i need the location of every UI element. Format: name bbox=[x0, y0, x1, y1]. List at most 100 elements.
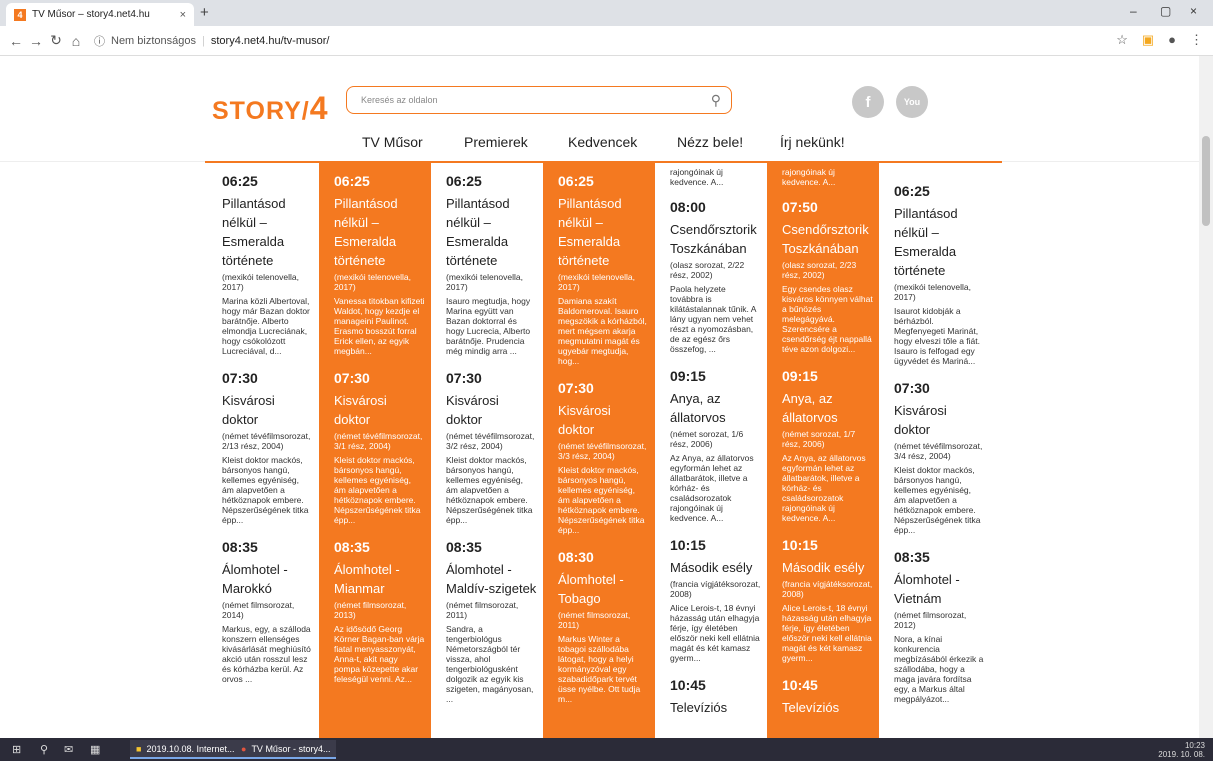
program-time: 06:25 bbox=[558, 173, 594, 189]
taskbar-clock[interactable]: 10:23 2019. 10. 08. bbox=[1158, 741, 1205, 759]
story4-logo[interactable]: STORY/4 bbox=[212, 90, 328, 127]
program-slot[interactable]: 07:30 Kisvárosi doktor (német tévéfilmsoro… bbox=[558, 380, 649, 535]
close-window-button[interactable]: × bbox=[1190, 4, 1197, 18]
program-slot[interactable]: 08:35 Álomhotel - Mianmar (német filmsoroz… bbox=[334, 539, 425, 684]
program-slot[interactable]: 08:35 Álomhotel - Maldív-szigetek (német f… bbox=[446, 539, 537, 704]
minimize-button[interactable]: – bbox=[1130, 4, 1137, 18]
calculator-icon[interactable]: ▦ bbox=[90, 743, 100, 756]
program-time: 09:15 bbox=[670, 368, 706, 384]
new-tab-button[interactable]: + bbox=[200, 4, 209, 21]
program-title[interactable]: Második esély bbox=[782, 558, 873, 577]
program-title[interactable]: Kisvárosi doktor bbox=[894, 401, 985, 439]
program-title[interactable]: Televíziós bbox=[670, 698, 761, 717]
program-title[interactable]: Kisvárosi doktor bbox=[558, 401, 649, 439]
program-slot[interactable]: 07:50 Csendőrsztorik Toszkánában (olasz so… bbox=[782, 199, 873, 354]
program-title[interactable]: Álomhotel - Maldív-szigetek bbox=[446, 560, 537, 598]
program-slot[interactable]: 07:30 Kisvárosi doktor (német tévéfilmsoro… bbox=[222, 370, 313, 525]
program-title[interactable]: Pillantásod nélkül – Esmeralda története bbox=[558, 194, 649, 270]
site-header: STORY/4 Keresés az oldalon ⚲ f You TV Mű… bbox=[0, 56, 1199, 163]
facebook-icon[interactable]: f bbox=[852, 86, 884, 118]
program-slot[interactable]: 09:15 Anya, az állatorvos (német sorozat, … bbox=[670, 368, 761, 523]
program-title[interactable]: Álomhotel - Mianmar bbox=[334, 560, 425, 598]
scrollbar-thumb[interactable] bbox=[1202, 136, 1210, 226]
program-meta: (német sorozat, 1/7 rész, 2006) bbox=[782, 429, 856, 449]
program-title[interactable]: Televíziós bbox=[782, 698, 873, 717]
program-slot[interactable]: 10:45 Televíziós bbox=[670, 677, 761, 717]
program-title[interactable]: Anya, az állatorvos bbox=[782, 389, 873, 427]
program-title[interactable]: Kisvárosi doktor bbox=[222, 391, 313, 429]
program-title[interactable]: Csendőrsztorik Toszkánában bbox=[670, 220, 761, 258]
youtube-icon[interactable]: You bbox=[896, 86, 928, 118]
program-description: Az Anya, az állatorvos egyformán lehet a… bbox=[670, 453, 754, 523]
nav-tv-musor[interactable]: TV Műsor bbox=[362, 134, 423, 150]
program-slot[interactable]: 06:25 Pillantásod nélkül – Esmeralda tört… bbox=[558, 173, 649, 366]
reload-icon[interactable]: ↻ bbox=[46, 32, 66, 49]
program-slot[interactable]: 06:25 Pillantásod nélkül – Esmeralda tört… bbox=[222, 173, 313, 356]
program-slot[interactable]: 07:30 Kisvárosi doktor (német tévéfilmsoro… bbox=[446, 370, 537, 525]
program-meta: (német filmsorozat, 2014) bbox=[222, 600, 295, 620]
tab-close-icon[interactable]: × bbox=[180, 9, 186, 21]
program-title[interactable]: Anya, az állatorvos bbox=[670, 389, 761, 427]
bookmark-star-icon[interactable]: ☆ bbox=[1116, 32, 1128, 48]
program-description: Kleist doktor mackós, bársonyos hangú, k… bbox=[446, 455, 533, 525]
program-description: Vanessa titokban kifizeti Waldot, hogy k… bbox=[334, 296, 425, 356]
program-slot[interactable]: 10:15 Második esély (francia vígjátéksoroz… bbox=[782, 537, 873, 663]
menu-dots-icon[interactable]: ⋮ bbox=[1190, 32, 1203, 48]
nav-premierek[interactable]: Premierek bbox=[464, 134, 528, 150]
program-slot[interactable]: 09:15 Anya, az állatorvos (német sorozat, … bbox=[782, 368, 873, 523]
program-title[interactable]: Kisvárosi doktor bbox=[446, 391, 537, 429]
program-title[interactable]: Álomhotel - Tobago bbox=[558, 570, 649, 608]
program-time: 07:50 bbox=[782, 199, 818, 215]
program-title[interactable]: Pillantásod nélkül – Esmeralda története bbox=[222, 194, 313, 270]
program-slot[interactable]: 10:45 Televíziós bbox=[782, 677, 873, 717]
program-title[interactable]: Álomhotel - Vietnám bbox=[894, 570, 985, 608]
scrollbar[interactable] bbox=[1199, 56, 1213, 738]
taskbar-app-label: 2019.10.08. Internet... bbox=[146, 743, 235, 754]
search-input[interactable]: Keresés az oldalon ⚲ bbox=[346, 86, 732, 114]
taskbar-app-explorer[interactable]: ■ 2019.10.08. Internet... bbox=[130, 740, 241, 759]
info-icon[interactable]: ⓘ bbox=[94, 33, 105, 49]
schedule-column: rajongóinak új kedvence. A... 07:50 Csendő… bbox=[767, 163, 879, 738]
program-slot[interactable]: 08:35 Álomhotel - Vietnám (német filmsoroz… bbox=[894, 549, 985, 704]
program-description: Kleist doktor mackós, bársonyos hangú, k… bbox=[334, 455, 421, 525]
nav-nezz-bele[interactable]: Nézz bele! bbox=[677, 134, 743, 150]
home-icon[interactable]: ⌂ bbox=[66, 33, 86, 49]
program-slot[interactable]: 06:25 Pillantásod nélkül – Esmeralda tört… bbox=[446, 173, 537, 356]
program-time: 08:30 bbox=[558, 549, 594, 565]
program-time: 06:25 bbox=[334, 173, 370, 189]
address-bar[interactable]: ⓘ Nem biztonságos | story4.net4.hu/tv-mu… bbox=[94, 33, 329, 49]
browser-tab[interactable]: 4 TV Műsor – story4.net4.hu × bbox=[6, 3, 194, 26]
program-title[interactable]: Álomhotel - Marokkó bbox=[222, 560, 313, 598]
search-taskbar-icon[interactable]: ⚲ bbox=[40, 743, 48, 756]
maximize-button[interactable]: ▢ bbox=[1160, 4, 1171, 18]
program-title[interactable]: Második esély bbox=[670, 558, 761, 577]
program-slot[interactable]: 06:25 Pillantásod nélkül – Esmeralda tört… bbox=[334, 173, 425, 356]
program-description: Paola helyzete továbbra is kilátástalann… bbox=[670, 284, 757, 354]
program-description: Alice Lerois-t, 18 évnyi házasság után e… bbox=[670, 603, 760, 663]
program-title[interactable]: Csendőrsztorik Toszkánában bbox=[782, 220, 873, 258]
profile-icon[interactable]: ● bbox=[1168, 32, 1176, 48]
program-slot[interactable]: 07:30 Kisvárosi doktor (német tévéfilmsoro… bbox=[894, 380, 985, 535]
mail-icon[interactable]: ✉ bbox=[64, 743, 73, 756]
program-slot[interactable]: 07:30 Kisvárosi doktor (német tévéfilmsoro… bbox=[334, 370, 425, 525]
windows-start-icon[interactable]: ⊞ bbox=[12, 743, 21, 756]
program-slot[interactable]: 08:30 Álomhotel - Tobago (német filmsoroza… bbox=[558, 549, 649, 704]
nav-irj-nekunk[interactable]: Írj nekünk! bbox=[780, 134, 845, 150]
program-slot[interactable]: 08:00 Csendőrsztorik Toszkánában (olasz so… bbox=[670, 199, 761, 354]
extension-icon[interactable]: ▣ bbox=[1142, 32, 1154, 48]
program-title[interactable]: Pillantásod nélkül – Esmeralda története bbox=[894, 204, 985, 280]
windows-taskbar: ⊞ ⚲ ✉ ▦ ■ 2019.10.08. Internet... ● TV Műs… bbox=[0, 738, 1213, 761]
search-icon[interactable]: ⚲ bbox=[711, 92, 721, 109]
program-time: 06:25 bbox=[894, 183, 930, 199]
program-slot[interactable]: 06:25 Pillantásod nélkül – Esmeralda tört… bbox=[894, 183, 985, 366]
back-icon[interactable]: ← bbox=[6, 33, 26, 49]
nav-kedvencek[interactable]: Kedvencek bbox=[568, 134, 637, 150]
program-title[interactable]: Pillantásod nélkül – Esmeralda története bbox=[334, 194, 425, 270]
program-slot[interactable]: 10:15 Második esély (francia vígjátéksoroz… bbox=[670, 537, 761, 663]
program-title[interactable]: Kisvárosi doktor bbox=[334, 391, 425, 429]
program-slot[interactable]: 08:35 Álomhotel - Marokkó (német filmsoroz… bbox=[222, 539, 313, 684]
forward-icon[interactable]: → bbox=[26, 33, 46, 49]
program-description: rajongóinak új kedvence. A... bbox=[670, 167, 724, 187]
program-title[interactable]: Pillantásod nélkül – Esmeralda története bbox=[446, 194, 537, 270]
taskbar-app-chrome[interactable]: ● TV Műsor - story4... bbox=[235, 740, 337, 759]
